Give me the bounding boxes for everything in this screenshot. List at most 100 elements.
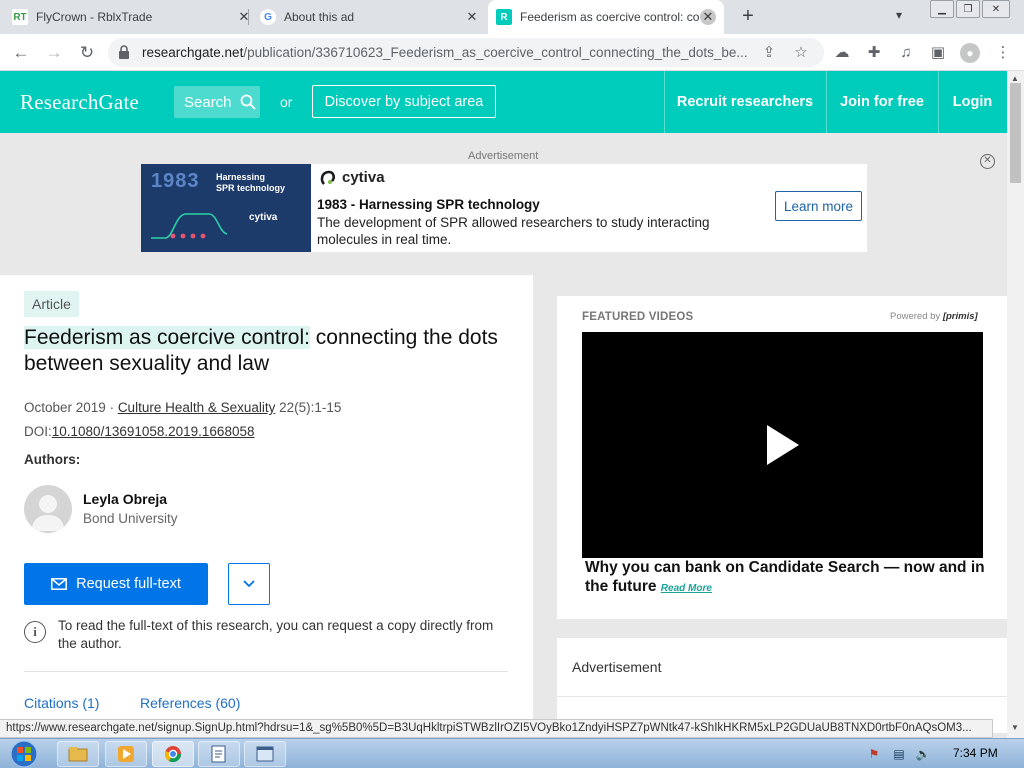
doi-prefix: DOI: xyxy=(24,424,52,439)
scroll-thumb[interactable] xyxy=(1010,83,1021,183)
author-name[interactable]: Leyla Obreja xyxy=(83,491,167,507)
author-affiliation: Bond University xyxy=(83,511,178,526)
volume-icon[interactable]: 🔈 xyxy=(915,746,931,762)
scroll-down-arrow-icon[interactable]: ▼ xyxy=(1011,723,1019,732)
ad-banner[interactable]: 1983 Harnessing SPR technology cytiva cyt… xyxy=(141,164,867,252)
search-button[interactable]: Search xyxy=(174,86,260,118)
url-path: /publication/336710623_Feederism_as_coer… xyxy=(243,45,748,60)
close-tab-icon[interactable]: ✕ xyxy=(236,9,252,25)
notepad-taskbar-button[interactable] xyxy=(198,741,240,767)
info-icon: i xyxy=(24,621,46,643)
window-controls: ▁ ❐ ✕ xyxy=(928,0,1010,20)
chrome-taskbar-button[interactable] xyxy=(152,741,194,767)
close-ad-icon[interactable]: ✕ xyxy=(980,154,995,169)
doi-link[interactable]: 10.1080/13691058.2019.1668058 xyxy=(52,424,255,439)
tab-flycrown[interactable]: RT FlyCrown - RblxTrade ✕ xyxy=(12,0,252,34)
close-window-icon[interactable]: ✕ xyxy=(982,0,1010,18)
browser-menu-icon[interactable]: ⋮ xyxy=(993,43,1013,63)
close-tab-icon[interactable]: ✕ xyxy=(700,9,716,25)
document-edit-icon xyxy=(211,745,226,763)
window-taskbar-button[interactable] xyxy=(244,741,286,767)
learn-more-button[interactable]: Learn more xyxy=(775,191,862,221)
forward-arrow-icon[interactable]: → xyxy=(43,42,65,64)
ad-title[interactable]: 1983 - Harnessing SPR technology xyxy=(317,197,540,212)
researchgate-favicon-icon: R xyxy=(496,9,512,25)
search-label: Search xyxy=(184,93,232,111)
request-full-text-button[interactable]: Request full-text xyxy=(24,563,208,605)
sensorgram-illustration-icon xyxy=(151,213,228,239)
ad-image-headline: Harnessing SPR technology xyxy=(216,172,285,194)
reload-icon[interactable]: ↻ xyxy=(76,42,98,64)
article-title: Feederism as coercive control: connectin… xyxy=(24,325,514,377)
ad-image-brand: cytiva xyxy=(249,212,278,223)
tab-search-chevron-icon[interactable]: ▾ xyxy=(896,8,902,22)
journal-link[interactable]: Culture Health & Sexuality xyxy=(118,400,276,415)
media-player-taskbar-button[interactable] xyxy=(105,741,147,767)
tab-citations[interactable]: Citations (1) xyxy=(24,695,99,711)
ad-divider xyxy=(557,696,1007,697)
tab-title: FlyCrown - RblxTrade xyxy=(36,10,153,24)
envelope-icon xyxy=(51,578,68,590)
extensions-puzzle-icon[interactable]: ✚ xyxy=(864,43,884,63)
ad-image[interactable]: 1983 Harnessing SPR technology cytiva xyxy=(141,164,311,252)
meta-separator: · xyxy=(105,400,118,415)
play-icon[interactable] xyxy=(767,425,799,465)
scroll-up-arrow-icon[interactable]: ▲ xyxy=(1011,74,1019,83)
read-more-link[interactable]: Read More xyxy=(661,583,712,594)
restore-icon[interactable]: ❐ xyxy=(956,0,980,18)
bookmark-star-icon[interactable]: ☆ xyxy=(792,44,810,62)
more-options-dropdown-button[interactable] xyxy=(228,563,270,605)
link-status-bar: https://www.researchgate.net/signup.Sign… xyxy=(0,719,993,738)
login-link[interactable]: Login xyxy=(938,71,1007,133)
tab-about-this-ad[interactable]: G About this ad ✕ xyxy=(260,0,480,34)
video-caption-text: Why you can bank on Candidate Search — n… xyxy=(585,559,985,595)
doi-line: DOI:10.1080/13691058.2019.1668058 xyxy=(24,424,254,439)
media-player-icon xyxy=(118,746,134,762)
search-icon xyxy=(240,94,256,110)
tab-feederism[interactable]: R Feederism as coercive control: co ✕ xyxy=(488,0,724,34)
new-tab-button[interactable]: + xyxy=(738,6,758,27)
back-arrow-icon[interactable]: ← xyxy=(10,42,32,64)
researchgate-logo[interactable]: ResearchGate xyxy=(20,90,139,115)
tab-separator xyxy=(248,9,249,25)
browser-toolbar: ← → ↻ researchgate.net/publication/33671… xyxy=(0,34,1024,71)
ad-description: The development of SPR allowed researche… xyxy=(317,215,710,247)
authors-label: Authors: xyxy=(24,452,81,467)
join-for-free-link[interactable]: Join for free xyxy=(826,71,938,133)
author-avatar[interactable] xyxy=(24,485,72,533)
page-scrollbar[interactable]: ▲ ▼ xyxy=(1007,71,1024,738)
share-icon[interactable]: ⇪ xyxy=(760,44,778,62)
title-highlight: Feederism as coercive control: xyxy=(24,326,310,349)
volume-pages: 22(5):1-15 xyxy=(275,400,342,415)
cytiva-logo-icon xyxy=(320,170,335,185)
rblxtrade-favicon-icon: RT xyxy=(12,9,28,25)
media-queue-icon[interactable]: ♫ xyxy=(896,43,916,63)
minimize-icon[interactable]: ▁ xyxy=(930,0,954,18)
recruit-researchers-link[interactable]: Recruit researchers xyxy=(664,71,826,133)
network-icon[interactable]: ▤ xyxy=(891,746,907,762)
primis-logo[interactable]: [primis] xyxy=(943,311,978,322)
tab-title: About this ad xyxy=(284,10,355,24)
ad-image-headline-line: Harnessing xyxy=(216,172,266,182)
close-tab-icon[interactable]: ✕ xyxy=(464,9,480,25)
request-full-text-label: Request full-text xyxy=(76,576,181,592)
action-center-flag-icon[interactable]: ⚑ xyxy=(866,746,882,762)
chevron-down-icon xyxy=(243,580,255,588)
side-panel-icon[interactable]: ▣ xyxy=(928,43,948,63)
powered-by: Powered by [primis] xyxy=(890,311,978,322)
taskbar-clock[interactable]: 7:34 PM xyxy=(953,746,998,760)
video-caption: Why you can bank on Candidate Search — n… xyxy=(585,558,985,598)
video-player[interactable] xyxy=(582,332,983,558)
profile-avatar-icon[interactable]: ● xyxy=(960,43,980,63)
section-divider xyxy=(24,671,508,672)
explorer-taskbar-button[interactable] xyxy=(57,741,99,767)
article-card: Article Feederism as coercive control: c… xyxy=(0,275,533,730)
address-bar[interactable]: researchgate.net/publication/336710623_F… xyxy=(108,38,824,67)
featured-videos-label: FEATURED VIDEOS xyxy=(582,311,694,323)
extension-cloud-icon[interactable]: ☁ xyxy=(832,43,852,63)
site-header: ResearchGate Search or Discover by subje… xyxy=(0,71,1007,133)
advertisement-label: Advertisement xyxy=(572,659,662,675)
discover-button[interactable]: Discover by subject area xyxy=(312,85,496,118)
tab-references[interactable]: References (60) xyxy=(140,695,240,711)
windows-start-icon[interactable] xyxy=(6,740,42,768)
